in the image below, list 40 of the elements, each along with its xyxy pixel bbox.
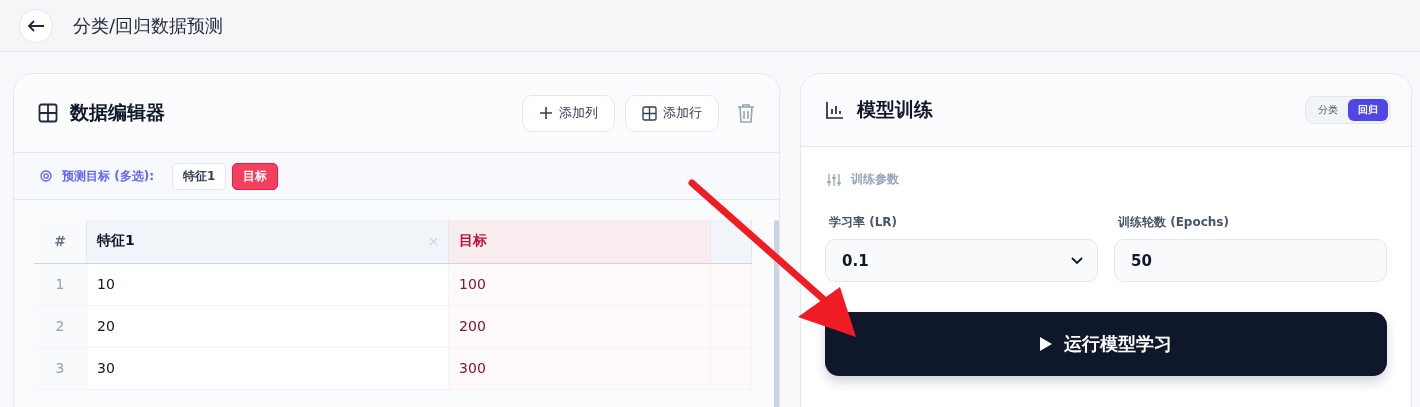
section-label: 训练参数 bbox=[851, 171, 899, 188]
field-label: 学习率 (LR) bbox=[829, 214, 899, 231]
card-title: 模型训练 bbox=[857, 97, 933, 122]
column-header: # bbox=[34, 220, 87, 263]
field-label: 训练轮数 (Epochs) bbox=[1118, 214, 1230, 231]
bar-chart-icon bbox=[825, 100, 845, 120]
table-cell: 30 bbox=[86, 347, 449, 389]
toolbar-button[interactable]: 添加列 bbox=[522, 94, 615, 132]
run-button[interactable]: 运行模型学习 bbox=[825, 312, 1387, 376]
chevron-down-icon bbox=[1071, 256, 1083, 265]
scrollbar[interactable] bbox=[774, 220, 779, 407]
target-chip[interactable]: 特征1 bbox=[171, 162, 227, 190]
table-cell: 100 bbox=[448, 263, 711, 305]
target-label: 预测目标 (多选): bbox=[62, 167, 154, 185]
column-header: 目标 bbox=[459, 232, 488, 251]
input-field[interactable]: 50 bbox=[1114, 239, 1387, 282]
table-cell: 10 bbox=[86, 263, 449, 305]
mode-tab[interactable]: 回归 bbox=[1348, 99, 1388, 121]
back-button[interactable] bbox=[19, 8, 53, 43]
table-cell: 3 bbox=[34, 347, 87, 389]
back-arrow-icon bbox=[27, 19, 45, 32]
table-icon bbox=[642, 105, 657, 121]
table-cell: 200 bbox=[448, 305, 711, 347]
table-cell: 2 bbox=[34, 305, 87, 347]
table-cell: 1 bbox=[34, 263, 87, 305]
card-title: 数据编辑器 bbox=[70, 100, 165, 125]
table-cell: 20 bbox=[86, 305, 449, 347]
page-title: 分类/回归数据预测 bbox=[73, 13, 224, 38]
toolbar-button[interactable]: 添加行 bbox=[625, 94, 719, 132]
table-icon bbox=[38, 103, 58, 123]
table-cell: 300 bbox=[448, 347, 711, 389]
trash-icon[interactable] bbox=[737, 103, 755, 123]
target-icon bbox=[40, 170, 52, 182]
sliders-icon bbox=[827, 172, 841, 187]
target-chip[interactable]: 目标 bbox=[232, 162, 279, 190]
mode-tab[interactable]: 分类 bbox=[1308, 99, 1348, 121]
play-icon bbox=[1040, 337, 1052, 351]
select-field[interactable]: 0.1 bbox=[825, 239, 1098, 282]
column-header: 特征1 bbox=[97, 232, 135, 251]
plus-icon bbox=[539, 106, 553, 120]
